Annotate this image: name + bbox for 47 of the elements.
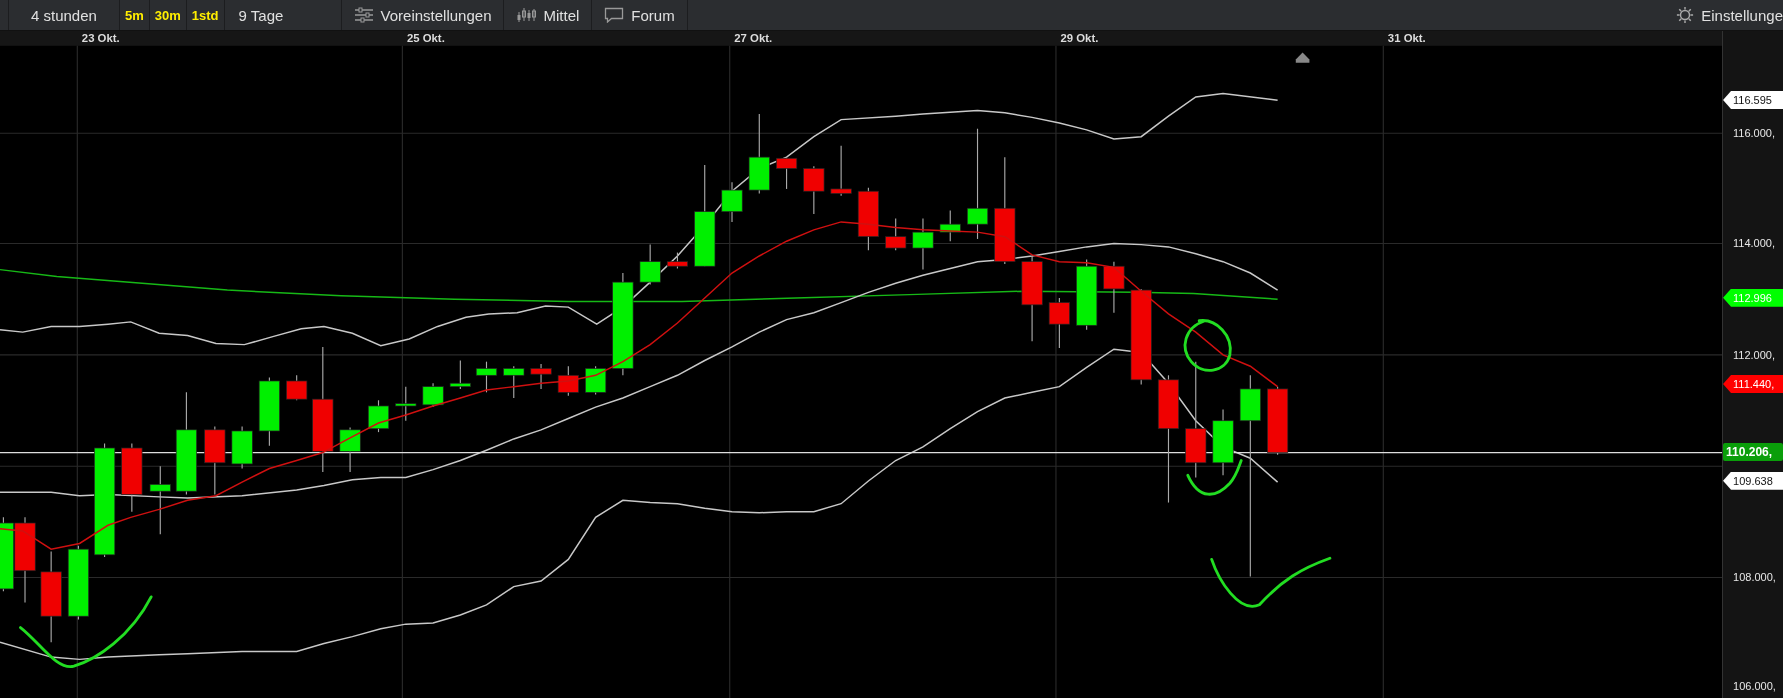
settings-icon — [1676, 6, 1695, 24]
candlestick — [286, 374, 308, 401]
price-tick-label: 116.000, — [1733, 125, 1776, 140]
candlestick — [367, 399, 390, 433]
price-tag: 110.206, — [1723, 443, 1783, 462]
candlestick — [803, 165, 825, 215]
date-label: 27 Okt. — [734, 32, 773, 45]
candlestick — [475, 361, 498, 393]
candlestick — [1103, 261, 1125, 314]
candlestick — [585, 365, 607, 396]
toolbar-button[interactable]: Voreinstellungen — [341, 0, 505, 30]
candlestick-icon — [516, 7, 537, 23]
marker-icon — [1295, 52, 1310, 63]
sliders-icon — [353, 7, 374, 23]
price-tag: 109.638 — [1723, 471, 1783, 490]
date-label: 23 Okt. — [81, 32, 120, 45]
range-label[interactable]: 4 stunden — [8, 0, 120, 30]
candlestick — [666, 252, 688, 270]
price-tick-label: 108.000, — [1733, 570, 1776, 585]
speech-bubble-icon — [604, 7, 625, 23]
candlestick — [449, 359, 471, 390]
candlestick — [776, 156, 798, 190]
price-tick-label: 114.000, — [1733, 236, 1776, 251]
price-tag: 116.595 — [1723, 91, 1783, 109]
candlestick — [422, 382, 444, 408]
period-label[interactable]: 9 Tage — [224, 0, 342, 30]
date-label: 29 Okt. — [1060, 32, 1099, 45]
interval-button[interactable]: 30m — [149, 0, 187, 30]
price-tick-label: 112.000, — [1733, 347, 1776, 362]
toolbar-button[interactable]: Forum — [592, 0, 688, 30]
hand-drawn-curve — [1186, 459, 1243, 496]
price-tick-label: 106.000, — [1733, 679, 1776, 694]
interval-button[interactable]: 5m — [120, 0, 150, 30]
interval-button[interactable]: 1std — [186, 0, 225, 30]
candlestick — [1267, 386, 1289, 456]
candlestick — [557, 365, 579, 397]
candlestick — [939, 209, 961, 242]
date-label: 25 Okt. — [406, 32, 445, 45]
candlestick — [830, 145, 852, 197]
candlestick — [530, 363, 552, 390]
settings-button[interactable]: Einstellunge — [1664, 0, 1783, 30]
date-label: 31 Okt. — [1387, 32, 1426, 45]
price-tag: 112.996 — [1723, 288, 1783, 307]
price-tag: 111.440, — [1723, 375, 1783, 394]
candlestick — [258, 377, 280, 447]
toolbar-button[interactable]: Mittel — [504, 0, 593, 30]
candlestick — [503, 365, 525, 399]
